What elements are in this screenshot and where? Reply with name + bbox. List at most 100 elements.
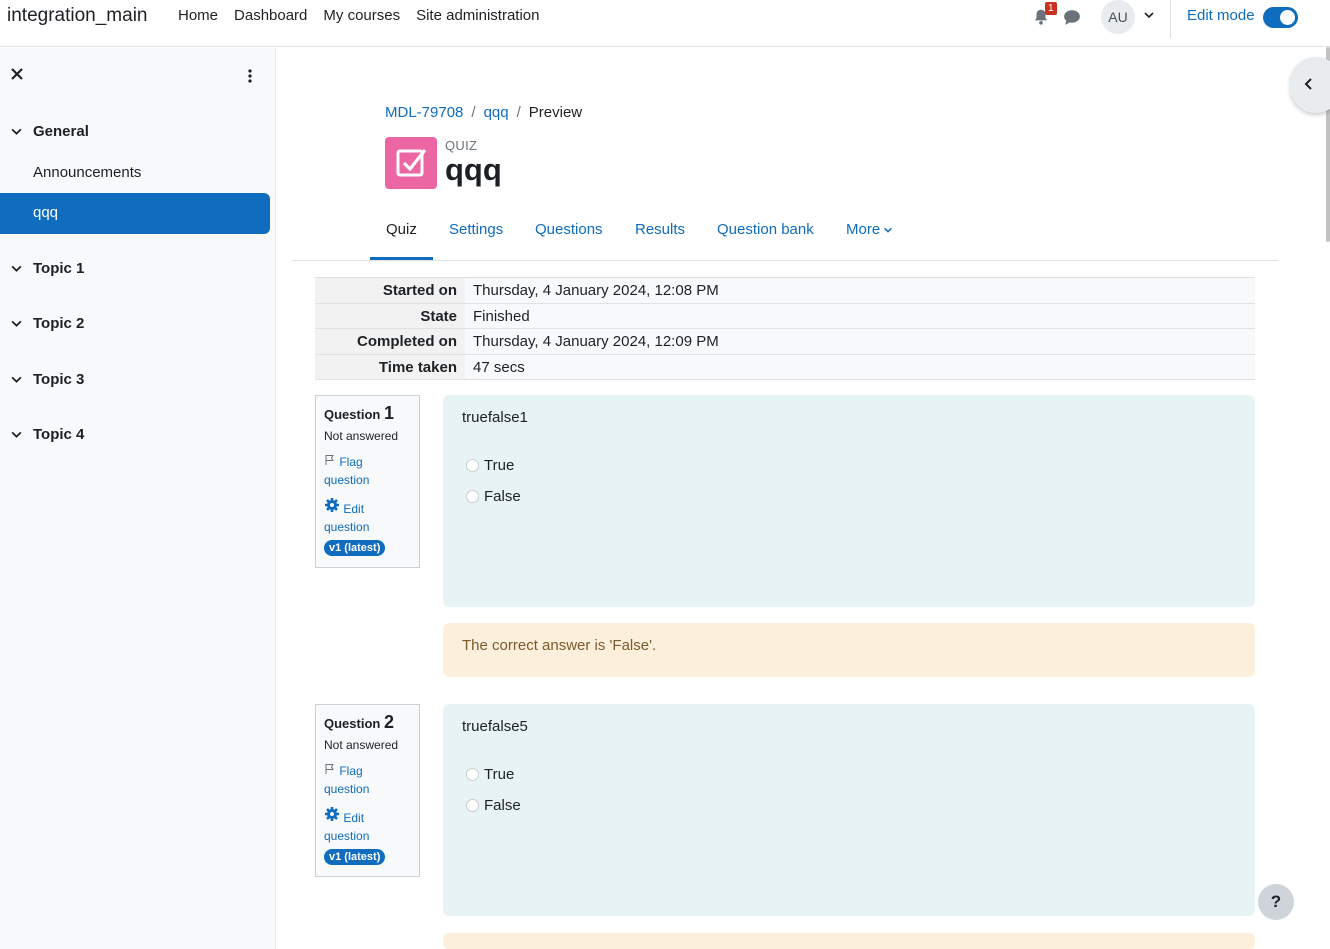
tab-settings[interactable]: Settings [449,221,503,238]
site-name[interactable]: integration_main [7,5,147,27]
tab-more[interactable]: More [846,221,893,238]
section-general[interactable]: General [10,123,89,140]
table-row: State Finished [315,303,1255,329]
question-state: Not answered [324,429,399,443]
question-1-info: Question 1 Not answered Flag question Ed… [315,395,420,568]
open-block-drawer-button[interactable] [1290,57,1330,113]
checkbox-checked-icon [396,149,427,177]
chevron-down-icon[interactable] [1143,9,1155,21]
edit-mode-label[interactable]: Edit mode [1187,7,1255,24]
version-badge: v1 (latest) [324,540,386,556]
question-2-feedback [443,933,1255,949]
radio-button[interactable] [466,768,479,781]
question-text: truefalse5 [462,718,528,735]
answer-label[interactable]: False [484,797,521,814]
chevron-left-icon [1304,78,1312,90]
answer-option-false[interactable]: False [466,488,1236,505]
chevron-down-icon [884,227,893,233]
activity-type-label: QUIZ [445,138,478,153]
tab-question-bank[interactable]: Question bank [717,221,814,238]
chevron-down-icon[interactable] [10,317,23,330]
question-number: Question 1 [324,403,411,424]
flag-question-link[interactable]: Flag question [324,453,411,489]
question-number-value: 2 [383,712,394,732]
activity-announcements[interactable]: Announcements [33,164,141,181]
question-1-formulation: truefalse1 True False [443,395,1255,607]
answer-label[interactable]: True [484,766,514,783]
help-button[interactable]: ? [1258,884,1294,920]
breadcrumb-course[interactable]: MDL-79708 [385,104,463,121]
nav-dashboard[interactable]: Dashboard [234,7,307,24]
page-title: qqq [445,152,502,187]
question-text: truefalse1 [462,409,528,426]
answer-option-false[interactable]: False [466,797,1236,814]
answer-label[interactable]: True [484,457,514,474]
version-badge: v1 (latest) [324,849,386,865]
gear-icon[interactable] [324,806,340,822]
course-index-drawer: General Announcements qqq Topic 1 Topic … [0,48,276,949]
section-label[interactable]: Topic 4 [33,426,84,443]
tab-results[interactable]: Results [635,221,685,238]
section-topic-1[interactable]: Topic 1 [10,260,84,277]
radio-button[interactable] [466,799,479,812]
edit-question-link[interactable]: Edit question [324,806,411,845]
section-topic-3[interactable]: Topic 3 [10,371,84,388]
nav-home[interactable]: Home [178,7,218,24]
table-row: Completed on Thursday, 4 January 2024, 1… [315,329,1255,355]
section-label[interactable]: Topic 1 [33,260,84,277]
edit-mode-toggle[interactable] [1263,7,1298,28]
answer-label[interactable]: False [484,488,521,505]
tab-questions[interactable]: Questions [535,221,603,238]
answer-option-true[interactable]: True [466,457,1236,474]
flag-icon[interactable] [324,763,336,775]
question-2-info: Question 2 Not answered Flag question Ed… [315,704,420,877]
nav-site-administration[interactable]: Site administration [416,7,539,24]
toggle-knob [1280,10,1295,25]
attempt-summary-table: Started on Thursday, 4 January 2024, 12:… [315,277,1255,380]
secondary-navigation: Quiz Settings Questions Results Question… [292,210,1278,261]
answer-option-true[interactable]: True [466,766,1236,783]
summary-value: Thursday, 4 January 2024, 12:08 PM [465,278,1255,303]
flag-icon[interactable] [324,454,336,466]
tab-quiz[interactable]: Quiz [386,221,417,238]
breadcrumb: MDL-79708 / qqq / Preview [385,104,582,121]
close-icon[interactable] [10,67,24,81]
section-topic-2[interactable]: Topic 2 [10,315,84,332]
section-label[interactable]: Topic 2 [33,315,84,332]
summary-value: 47 secs [465,354,1255,379]
breadcrumb-current: Preview [528,104,583,121]
user-avatar[interactable]: AU [1101,0,1135,34]
top-navbar: integration_main Home Dashboard My cours… [0,0,1330,47]
summary-value: Finished [465,303,1255,328]
question-2-formulation: truefalse5 True False [443,704,1255,916]
flag-question-link[interactable]: Flag question [324,762,411,798]
chevron-down-icon[interactable] [10,373,23,386]
more-options-icon[interactable] [244,68,256,84]
messages-icon[interactable] [1063,8,1081,26]
chevron-down-icon[interactable] [10,428,23,441]
chevron-down-icon[interactable] [10,262,23,275]
primary-navigation: Home Dashboard My courses Site administr… [178,7,540,24]
activity-qqq[interactable]: qqq [0,193,270,234]
question-number-value: 1 [383,403,394,423]
nav-my-courses[interactable]: My courses [323,7,400,24]
question-label: Question [324,407,381,422]
breadcrumb-separator: / [471,104,476,121]
section-label[interactable]: Topic 3 [33,371,84,388]
radio-button[interactable] [466,490,479,503]
active-tab-indicator [370,257,433,260]
summary-label: Started on [315,278,465,303]
radio-button[interactable] [466,459,479,472]
breadcrumb-quiz[interactable]: qqq [484,104,509,121]
chevron-down-icon[interactable] [10,125,23,138]
gear-icon[interactable] [324,497,340,513]
edit-question-link[interactable]: Edit question [324,497,411,536]
navbar-divider [1170,0,1171,38]
table-row: Time taken 47 secs [315,354,1255,380]
section-topic-4[interactable]: Topic 4 [10,426,84,443]
summary-value: Thursday, 4 January 2024, 12:09 PM [465,329,1255,354]
question-number: Question 2 [324,712,411,733]
table-row: Started on Thursday, 4 January 2024, 12:… [315,278,1255,304]
tab-more-label[interactable]: More [846,221,880,238]
section-label[interactable]: General [33,123,89,140]
